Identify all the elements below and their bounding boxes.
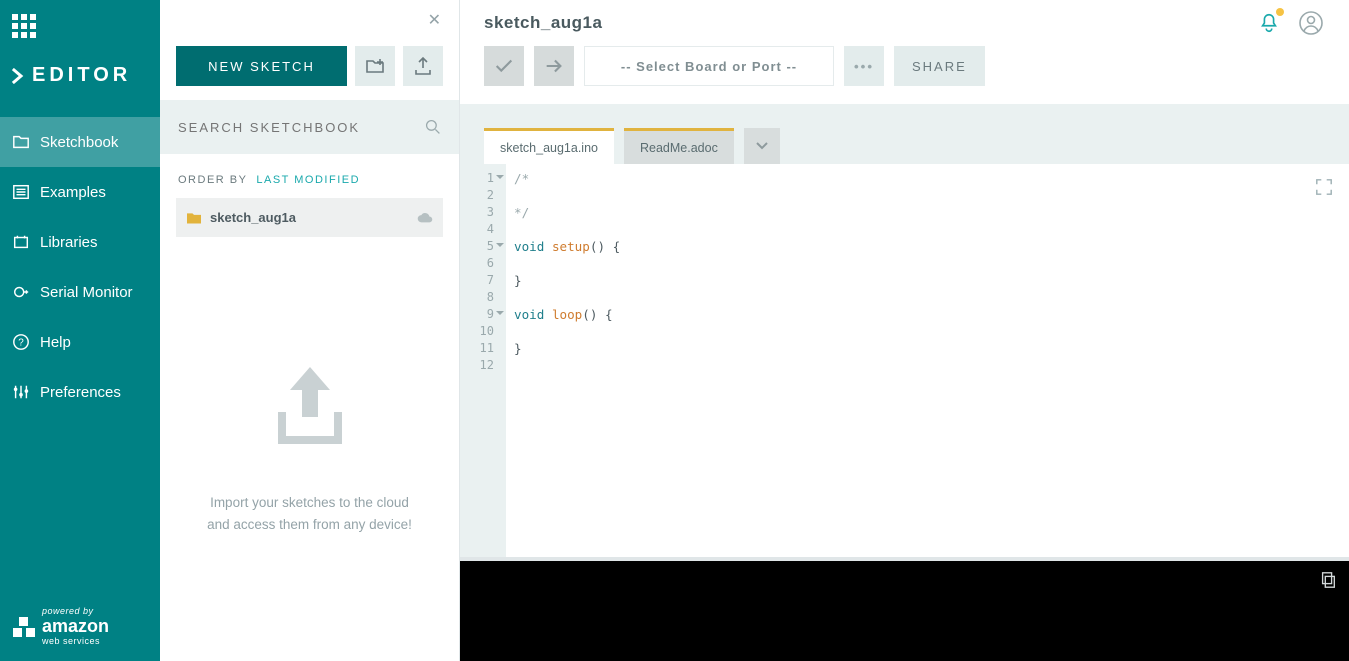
sketch-list-item[interactable]: sketch_aug1a: [176, 198, 443, 237]
output-console[interactable]: [460, 561, 1349, 661]
new-sketch-button[interactable]: NEW SKETCH: [176, 46, 347, 86]
chevron-right-icon: [10, 68, 26, 84]
sidebar-item-preferences[interactable]: Preferences: [0, 367, 160, 417]
import-button[interactable]: [403, 46, 443, 86]
help-icon: ?: [12, 333, 30, 351]
main-area: sketch_aug1a -- Select Board or Port -- …: [460, 0, 1349, 661]
tab-sketch-ino[interactable]: sketch_aug1a.ino: [484, 128, 614, 164]
upload-large-icon: [260, 362, 360, 452]
close-icon[interactable]: ✕: [428, 10, 441, 30]
profile-button[interactable]: [1297, 9, 1325, 37]
folder-icon: [12, 133, 30, 151]
sidebar-item-examples[interactable]: Examples: [0, 167, 160, 217]
fullscreen-button[interactable]: [1315, 178, 1333, 196]
aws-cubes-icon: [12, 615, 36, 639]
sidebar-item-label: Serial Monitor: [40, 284, 133, 301]
orderby-label: ORDER BY: [178, 174, 247, 186]
verify-button[interactable]: [484, 46, 524, 86]
sidebar-item-serial-monitor[interactable]: Serial Monitor: [0, 267, 160, 317]
sketchbook-panel: ✕ NEW SKETCH ORDER BY LAST MODIFIED sket…: [160, 0, 460, 661]
sidebar-item-label: Preferences: [40, 384, 121, 401]
expand-icon: [1315, 178, 1333, 196]
user-icon: [1299, 11, 1323, 35]
upload-code-button[interactable]: [534, 46, 574, 86]
tab-dropdown-button[interactable]: [744, 128, 780, 164]
check-icon: [493, 55, 515, 77]
cloud-sync-icon: [417, 211, 433, 225]
folder-icon: [186, 211, 202, 225]
sidebar-item-label: Examples: [40, 184, 106, 201]
search-bar[interactable]: [160, 100, 459, 154]
sidebar-item-label: Libraries: [40, 234, 98, 251]
library-icon: [12, 233, 30, 251]
chevron-down-icon: [756, 140, 768, 152]
sidebar-item-help[interactable]: ? Help: [0, 317, 160, 367]
titlebar: sketch_aug1a: [460, 0, 1349, 46]
copy-icon: [1319, 571, 1337, 589]
serial-icon: [12, 283, 30, 301]
folder-plus-icon: [365, 56, 385, 76]
bell-icon: [1258, 12, 1280, 34]
apps-grid-icon[interactable]: [12, 14, 38, 40]
ellipsis-icon: •••: [854, 59, 874, 74]
sidebar-item-label: Sketchbook: [40, 134, 118, 151]
notification-dot-icon: [1276, 8, 1284, 16]
sidebar-item-sketchbook[interactable]: Sketchbook: [0, 117, 160, 167]
sidebar-item-label: Help: [40, 334, 71, 351]
app-title: EDITOR: [0, 64, 160, 117]
code-editor[interactable]: 1234 5678 9101112 /* */ void setup() { }…: [460, 164, 1349, 557]
search-icon: [425, 119, 441, 135]
aws-logo: powered by amazon web services: [0, 599, 160, 661]
svg-text:?: ?: [18, 338, 24, 349]
share-button[interactable]: SHARE: [894, 46, 985, 86]
line-gutter: 1234 5678 9101112: [460, 164, 506, 557]
orderby-row: ORDER BY LAST MODIFIED: [160, 154, 459, 198]
more-menu-button[interactable]: •••: [844, 46, 884, 86]
tabbar: sketch_aug1a.ino ReadMe.adoc: [460, 104, 1349, 164]
notifications-button[interactable]: [1255, 9, 1283, 37]
board-select[interactable]: -- Select Board or Port --: [584, 46, 834, 86]
toolbar: -- Select Board or Port -- ••• SHARE: [460, 46, 1349, 104]
sidebar: EDITOR Sketchbook Examples Libraries Ser…: [0, 0, 160, 661]
tab-readme[interactable]: ReadMe.adoc: [624, 128, 734, 164]
sketch-name: sketch_aug1a: [210, 210, 296, 225]
sidebar-item-libraries[interactable]: Libraries: [0, 217, 160, 267]
new-folder-button[interactable]: [355, 46, 395, 86]
sliders-icon: [12, 383, 30, 401]
orderby-select[interactable]: LAST MODIFIED: [256, 174, 360, 186]
code-content[interactable]: /* */ void setup() { } void loop() { }: [506, 164, 1349, 557]
arrow-right-icon: [543, 55, 565, 77]
copy-output-button[interactable]: [1319, 571, 1337, 594]
list-icon: [12, 183, 30, 201]
import-dropzone[interactable]: Import your sketches to the cloud and ac…: [160, 237, 459, 661]
import-text: Import your sketches to the cloud and ac…: [200, 492, 419, 535]
search-input[interactable]: [178, 120, 441, 135]
upload-icon: [413, 56, 433, 76]
sketch-title: sketch_aug1a: [484, 13, 602, 33]
